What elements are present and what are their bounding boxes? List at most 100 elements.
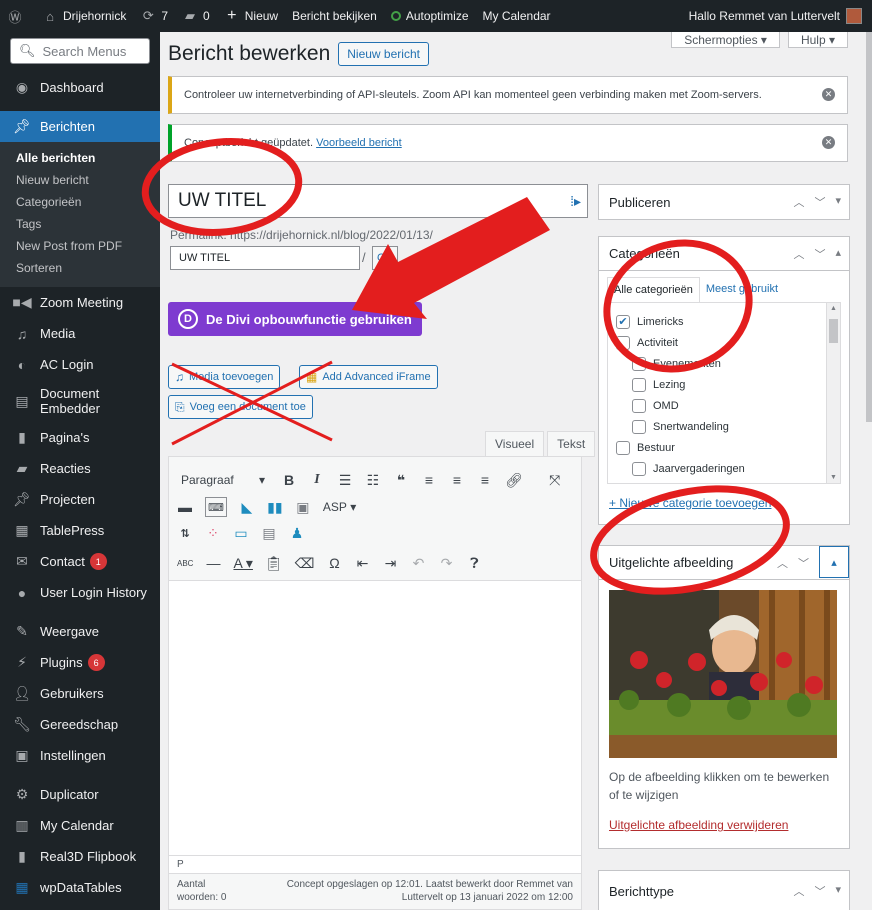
caret-down-icon[interactable]: ▾ [835,883,841,899]
chevron-down-icon[interactable]: ﹀ [814,194,825,210]
tab-visual[interactable]: Visueel [485,431,545,457]
dismiss-icon[interactable]: ✕ [822,88,835,101]
updates-menu[interactable]: ⟳ 7 [133,0,175,32]
checkbox-checked[interactable]: ✔ [616,314,630,329]
scroll-up-icon[interactable]: ▲ [830,305,837,312]
help-toggle[interactable]: Hulp ▾ [787,32,848,48]
checkbox[interactable] [616,440,630,455]
preview-post-link[interactable]: Voorbeeld bericht [316,137,402,149]
checkbox[interactable] [616,335,630,350]
dismiss-icon[interactable]: ✕ [822,136,835,149]
category-item[interactable]: OMD [616,395,840,416]
clear-format-icon[interactable]: ⌫ [295,553,315,573]
outdent-icon[interactable]: ⇤ [355,553,371,573]
menu-ac-login[interactable]: ◐ AC Login [0,349,160,380]
align-left-icon[interactable]: ≡ [421,470,437,490]
color-grid-icon[interactable]: ⁘ [205,523,221,543]
menu-projects[interactable]: 📌︎ Projecten [0,484,160,515]
category-item[interactable]: Jaarvergaderingen [616,458,840,479]
list-icon[interactable]: ▤ [261,523,277,543]
category-item[interactable]: Snertwandeling [616,416,840,437]
category-item[interactable]: ✔ Limericks [616,311,840,332]
numbered-list-icon[interactable]: ☷ [365,470,381,490]
site-name-menu[interactable]: ⌂ Drijehornick [35,0,133,32]
menu-settings[interactable]: ▣ Instellingen [0,740,160,771]
chevron-down-icon[interactable]: ﹀ [814,883,825,899]
chevron-up-icon[interactable]: ︿ [777,555,788,578]
menu-plugins[interactable]: ⚡︎ Plugins 6 [0,647,160,678]
submenu-sort[interactable]: Sorteren [0,257,160,279]
remove-featured-image-link[interactable]: Uitgelichte afbeelding verwijderen [609,818,839,832]
add-new-post-button[interactable]: Nieuw bericht [338,42,429,66]
menu-document-embedder[interactable]: ▤ Document Embedder [0,380,160,422]
menu-my-calendar[interactable]: ▥ My Calendar [0,810,160,841]
post-format-header[interactable]: Berichttype ︿ ﹀ ▾ [599,871,849,910]
page-scrollbar[interactable] [866,32,872,422]
shortcode-icon[interactable]: ◣ [239,497,255,517]
category-item[interactable]: Bestuur [616,437,840,458]
checkbox[interactable] [632,398,646,413]
comments-menu[interactable]: ▰ 0 [175,0,217,32]
text-color-icon[interactable]: A ▾ [233,553,252,573]
submenu-post-from-pdf[interactable]: New Post from PDF [0,235,160,257]
menu-pages[interactable]: ▮ Pagina's [0,422,160,453]
scroll-thumb[interactable] [829,319,838,343]
checkbox[interactable] [632,419,646,434]
checkbox[interactable] [632,461,646,476]
caret-up-icon[interactable]: ▴ [819,546,849,578]
italic-button[interactable]: I [309,470,325,490]
menu-users[interactable]: 👤︎ Gebruikers [0,678,160,709]
table-icon[interactable]: ▭ [233,523,249,543]
chevron-down-icon[interactable]: ﹀ [798,555,809,578]
menu-wpdatatables[interactable]: ▦ wpDataTables [0,872,160,903]
category-item[interactable]: Lezing [616,374,840,395]
image-icon[interactable]: ▣ [295,497,311,517]
menu-zoom[interactable]: ■◀ Zoom Meeting [0,287,160,318]
menu-appearance[interactable]: ✎ Weergave [0,616,160,647]
sort-icon[interactable]: ⇅ [177,523,193,543]
menu-duplicator[interactable]: ⚙ Duplicator [0,779,160,810]
slug-ok-button[interactable]: OK [372,246,398,270]
bold-button[interactable]: B [281,470,297,490]
my-account-menu[interactable]: Hallo Remmet van Luttervelt [689,8,872,24]
slug-input[interactable]: UW TITEL [170,246,360,270]
chevron-down-icon[interactable]: ﹀ [814,246,825,262]
format-select[interactable]: Paragraaf ▾ [177,469,269,491]
tab-most-used[interactable]: Meest gebruikt [700,277,784,302]
submenu-new-post[interactable]: Nieuw bericht [0,169,160,191]
screen-options-toggle[interactable]: Schermopties ▾ [671,32,780,48]
tab-text[interactable]: Tekst [547,431,596,457]
add-document-button[interactable]: ⎘ Voeg een document toe [168,395,313,419]
my-calendar-menu[interactable]: My Calendar [476,0,558,32]
fullscreen-icon[interactable]: ⤧ [547,470,563,490]
paste-text-icon[interactable]: 📋︎ [265,553,283,573]
add-category-link[interactable]: + Nieuwe categorie toevoegen [609,496,839,510]
menu-contact[interactable]: ✉ Contact 1 [0,546,160,577]
scroll-down-icon[interactable]: ▼ [830,474,837,481]
menu-comments[interactable]: ▰ Reacties [0,453,160,484]
categories-header[interactable]: Categorieën ︿ ﹀ ▴ [599,237,849,271]
undo-icon[interactable]: ↶ [411,553,427,573]
bullet-list-icon[interactable]: ☰ [337,470,353,490]
category-item[interactable]: Evenementen [616,353,840,374]
post-title-input[interactable]: UW TITEL ⁞▸ [168,184,588,218]
blockquote-icon[interactable]: ❝ [393,470,409,490]
strikethrough-icon[interactable]: ABC [177,553,193,573]
tab-all-categories[interactable]: Alle categorieën [607,277,700,302]
checkbox[interactable] [632,356,646,371]
publish-header[interactable]: Publiceren ︿ ﹀ ▾ [599,185,849,219]
user-icon[interactable]: ♟ [289,523,305,543]
wp-logo-menu[interactable]: Ⓦ [0,0,35,32]
view-post-link[interactable]: Bericht bekijken [285,0,384,32]
menu-media[interactable]: ♫ Media [0,318,160,349]
submenu-tags[interactable]: Tags [0,213,160,235]
field-tool-icon[interactable]: ⁞▸ [570,193,581,210]
menu-tablepress[interactable]: ▦ TablePress [0,515,160,546]
featured-image-header[interactable]: Uitgelichte afbeelding ︿ ﹀ ▴ [599,546,849,580]
permalink-url[interactable]: https://drijehornick.nl/blog/2022/01/13/ [230,228,433,242]
add-iframe-button[interactable]: ▦ Add Advanced iFrame [299,365,438,389]
menu-user-login-history[interactable]: ● User Login History [0,577,160,608]
chevron-up-icon[interactable]: ︿ [793,883,804,899]
link-icon[interactable]: 🔗︎ [505,470,523,490]
menu-flipbook[interactable]: ▮ Real3D Flipbook [0,841,160,872]
